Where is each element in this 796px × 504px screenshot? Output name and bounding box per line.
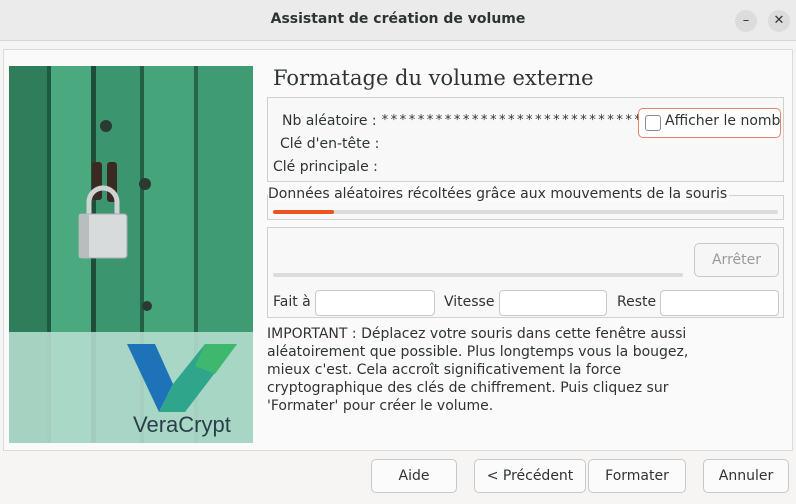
done-field[interactable] bbox=[315, 290, 435, 316]
random-pool-label: Nb aléatoire : bbox=[282, 113, 377, 129]
show-number-label[interactable]: Afficher le nombre bbox=[665, 113, 780, 129]
mouse-entropy-label: Données aléatoires récoltées grâce aux m… bbox=[268, 186, 730, 202]
remaining-field[interactable] bbox=[660, 290, 779, 316]
format-progress-bar bbox=[273, 273, 683, 277]
speed-field[interactable] bbox=[499, 290, 607, 316]
done-label: Fait à bbox=[273, 294, 311, 310]
remaining-label: Reste bbox=[617, 294, 657, 310]
close-button[interactable]: ✕ bbox=[768, 10, 790, 32]
stop-button[interactable]: Arrêter bbox=[694, 243, 779, 277]
padlock-door-illustration: VeraCrypt bbox=[9, 66, 253, 443]
random-pool-value: ****************************** bbox=[381, 113, 652, 128]
window-title: Assistant de création de volume bbox=[270, 11, 526, 27]
veracrypt-banner-image: VeraCrypt bbox=[9, 66, 253, 443]
cancel-button[interactable]: Annuler bbox=[703, 459, 789, 493]
minimize-button[interactable]: – bbox=[735, 10, 757, 32]
header-key-label: Clé d'en-tête : bbox=[280, 136, 380, 152]
show-number-checkbox-wrapper[interactable]: Afficher le nombre bbox=[638, 108, 781, 138]
format-button[interactable]: Formater bbox=[588, 459, 686, 493]
veracrypt-logo-text: VeraCrypt bbox=[133, 412, 231, 437]
title-bar: Assistant de création de volume – ✕ bbox=[0, 0, 796, 41]
entropy-progress-track bbox=[273, 210, 778, 214]
show-number-checkbox[interactable] bbox=[645, 115, 661, 131]
master-key-label: Clé principale : bbox=[273, 159, 378, 175]
important-notice: IMPORTANT : Déplacez votre souris dans c… bbox=[267, 326, 689, 414]
speed-label: Vitesse bbox=[444, 294, 495, 310]
previous-button[interactable]: < Précédent bbox=[474, 459, 586, 493]
entropy-progress-fill bbox=[273, 210, 334, 214]
help-button[interactable]: Aide bbox=[371, 459, 457, 493]
page-title: Formatage du volume externe bbox=[273, 66, 594, 90]
